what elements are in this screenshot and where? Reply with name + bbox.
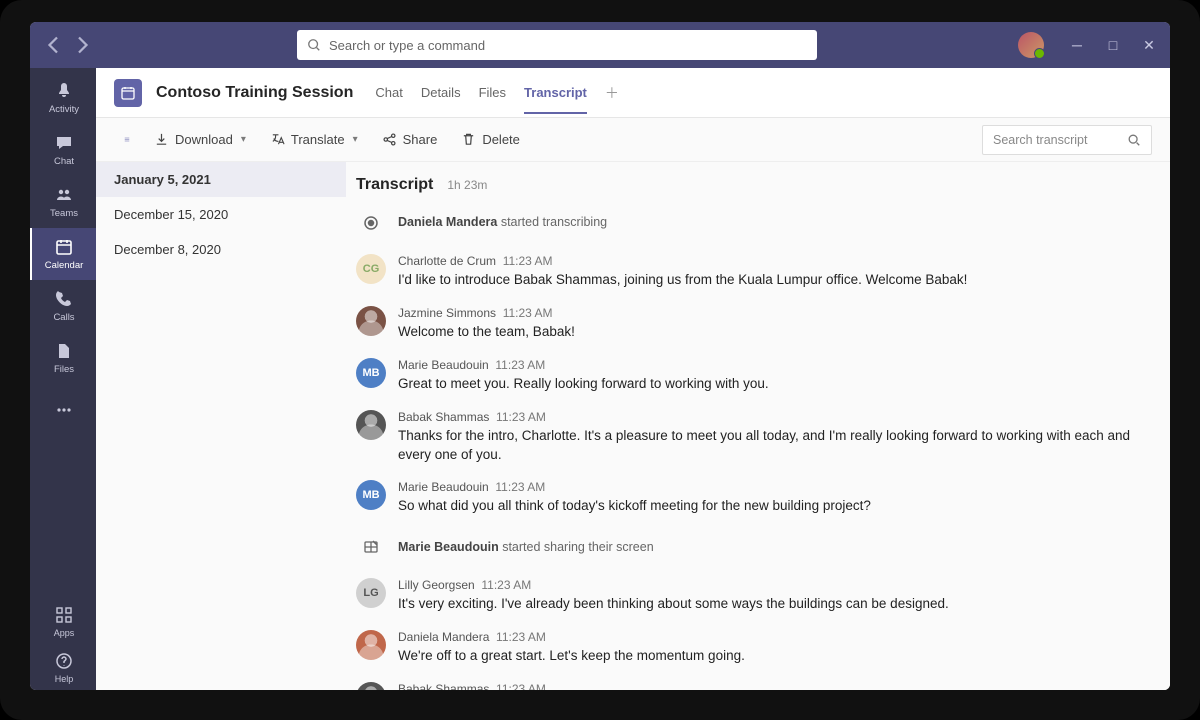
tab-details[interactable]: Details — [421, 71, 461, 114]
transcript-pane: Transcript 1h 23m Daniela Mandera starte… — [346, 162, 1170, 690]
share-screen-icon — [356, 532, 386, 562]
minimize-button[interactable]: ─ — [1066, 37, 1088, 53]
titlebar: Search or type a command ─ □ ✕ — [30, 22, 1170, 68]
avatar — [356, 682, 386, 690]
download-button[interactable]: Download▾ — [144, 127, 256, 152]
transcript-text: It's very exciting. I've already been th… — [398, 595, 1140, 614]
rail-help[interactable]: Help — [30, 644, 96, 690]
record-icon — [356, 208, 386, 238]
transcript-text: I'd like to introduce Babak Shammas, joi… — [398, 271, 1140, 290]
date-item[interactable]: December 8, 2020 — [96, 232, 346, 267]
meeting-tabs: Chat Details Files Transcript — [375, 71, 587, 114]
nav-back-button[interactable] — [42, 33, 66, 57]
transcript-system-event: Marie Beaudouin started sharing their sc… — [356, 532, 1140, 562]
avatar: CG — [356, 254, 386, 284]
rail-teams[interactable]: Teams — [30, 176, 96, 228]
transcript-duration: 1h 23m — [447, 178, 487, 192]
transcript-entry: CGCharlotte de Crum 11:23 AMI'd like to … — [356, 254, 1140, 290]
date-item[interactable]: January 5, 2021 — [96, 162, 346, 197]
tab-chat[interactable]: Chat — [375, 71, 402, 114]
transcript-entry: MBMarie Beaudouin 11:23 AMGreat to meet … — [356, 358, 1140, 394]
rail-more[interactable] — [30, 384, 96, 436]
app-rail: ActivityChatTeamsCalendarCallsFiles AppsH… — [30, 68, 96, 690]
search-placeholder: Search or type a command — [329, 38, 485, 53]
transcript-text: So what did you all think of today's kic… — [398, 497, 1140, 516]
rail-activity[interactable]: Activity — [30, 72, 96, 124]
rail-calendar[interactable]: Calendar — [30, 228, 96, 280]
translate-button[interactable]: Translate▾ — [260, 127, 368, 152]
window-controls: ─ □ ✕ — [1066, 37, 1160, 54]
nav-forward-button[interactable] — [70, 33, 94, 57]
transcript-heading: Transcript — [356, 176, 433, 194]
avatar: MB — [356, 480, 386, 510]
tab-transcript[interactable]: Transcript — [524, 71, 587, 114]
delete-button[interactable]: Delete — [451, 127, 530, 152]
transcript-text: We're off to a great start. Let's keep t… — [398, 647, 1140, 666]
transcript-entry: Daniela Mandera 11:23 AMWe're off to a g… — [356, 630, 1140, 666]
avatar — [356, 306, 386, 336]
search-transcript-input[interactable]: Search transcript — [982, 125, 1152, 155]
rail-files[interactable]: Files — [30, 332, 96, 384]
avatar — [356, 410, 386, 440]
transcript-entry: MBMarie Beaudouin 11:23 AMSo what did yo… — [356, 480, 1140, 516]
hamburger-button[interactable] — [114, 127, 140, 152]
transcript-text: Welcome to the team, Babak! — [398, 323, 1140, 342]
meeting-icon — [114, 79, 142, 107]
avatar: LG — [356, 578, 386, 608]
tab-files[interactable]: Files — [479, 71, 506, 114]
share-button[interactable]: Share — [372, 127, 448, 152]
date-item[interactable]: December 15, 2020 — [96, 197, 346, 232]
meeting-title: Contoso Training Session — [156, 84, 353, 102]
transcript-system-event: Daniela Mandera started transcribing — [356, 208, 1140, 238]
avatar: MB — [356, 358, 386, 388]
meeting-header: Contoso Training Session Chat Details File… — [96, 68, 1170, 118]
transcript-toolbar: Download▾ Translate▾ Share Delete Search… — [96, 118, 1170, 162]
avatar — [356, 630, 386, 660]
rail-apps[interactable]: Apps — [30, 598, 96, 644]
transcript-date-list: January 5, 2021December 15, 2020December… — [96, 162, 346, 690]
transcript-entry: LGLilly Georgsen 11:23 AMIt's very excit… — [356, 578, 1140, 614]
transcript-text: Thanks for the intro, Charlotte. It's a … — [398, 427, 1140, 465]
rail-chat[interactable]: Chat — [30, 124, 96, 176]
user-avatar[interactable] — [1018, 32, 1044, 58]
rail-calls[interactable]: Calls — [30, 280, 96, 332]
close-button[interactable]: ✕ — [1138, 37, 1160, 54]
global-search-input[interactable]: Search or type a command — [297, 30, 817, 60]
transcript-entry: Babak Shammas 11:23 AMThanks for the int… — [356, 410, 1140, 465]
add-tab-button[interactable]: ＋ — [601, 83, 623, 103]
main-panel: Contoso Training Session Chat Details File… — [96, 68, 1170, 690]
maximize-button[interactable]: □ — [1102, 37, 1124, 53]
transcript-entry: Babak Shammas 11:23 AMThanks for the int… — [356, 682, 1140, 690]
transcript-entry: Jazmine Simmons 11:23 AMWelcome to the t… — [356, 306, 1140, 342]
transcript-text: Great to meet you. Really looking forwar… — [398, 375, 1140, 394]
